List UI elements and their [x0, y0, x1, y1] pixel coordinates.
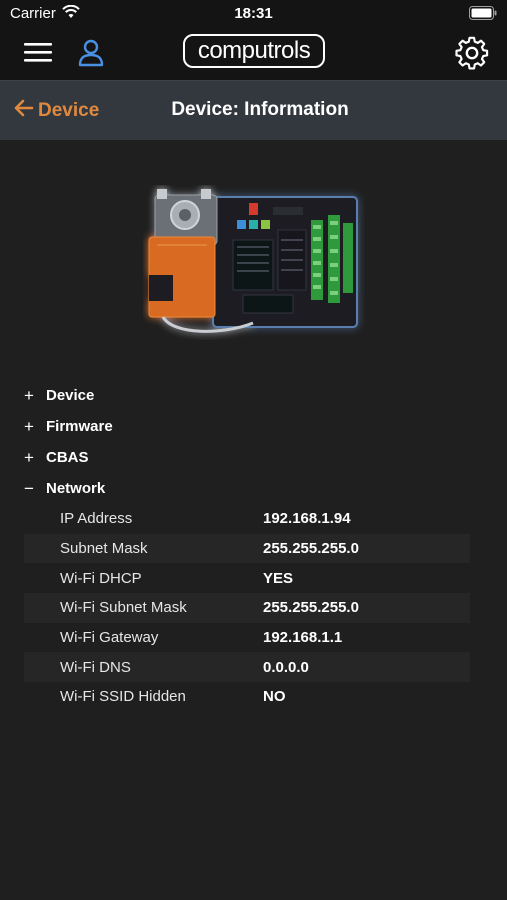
section-label: Network	[46, 480, 106, 497]
collapse-icon: −	[24, 478, 34, 498]
row-value: 192.168.1.1	[263, 629, 343, 647]
row-label: Subnet Mask	[60, 540, 148, 558]
section-label: CBAS	[46, 449, 89, 466]
row-value: YES	[263, 569, 294, 587]
status-bar: Carrier 18:31	[0, 0, 507, 28]
section-network[interactable]: − Network	[24, 473, 474, 504]
table-row: Wi-Fi Subnet Mask 255.255.255.0	[24, 593, 470, 623]
network-details-table: IP Address 192.168.1.94 Subnet Mask 255.…	[24, 504, 470, 712]
table-row: Wi-Fi SSID Hidden NO	[24, 682, 470, 712]
row-label: Wi-Fi Subnet Mask	[60, 599, 187, 617]
section-cbas[interactable]: + CBAS	[24, 442, 474, 473]
page-header: Device Device: Information	[0, 80, 507, 140]
back-button-label: Device	[38, 100, 100, 121]
section-label: Device	[46, 387, 95, 404]
row-value: NO	[263, 688, 286, 706]
row-label: Wi-Fi Gateway	[60, 629, 159, 647]
row-label: Wi-Fi DNS	[60, 658, 131, 676]
table-row: Wi-Fi DNS 0.0.0.0	[24, 652, 470, 683]
device-image	[143, 185, 365, 340]
table-row: Subnet Mask 255.255.255.0	[24, 533, 470, 564]
section-list: + Device + Firmware + CBAS − Network IP …	[24, 380, 474, 712]
row-label: IP Address	[60, 510, 133, 528]
top-nav: computrols	[0, 28, 507, 80]
row-label: Wi-Fi SSID Hidden	[60, 688, 186, 706]
row-value: 255.255.255.0	[263, 540, 359, 558]
section-label: Firmware	[46, 418, 113, 435]
gear-icon[interactable]	[455, 36, 489, 75]
profile-icon[interactable]	[76, 38, 106, 73]
back-arrow-icon	[14, 99, 34, 123]
section-device[interactable]: + Device	[24, 380, 474, 411]
row-value: 192.168.1.94	[263, 510, 351, 528]
row-label: Wi-Fi DHCP	[60, 569, 142, 587]
table-row: IP Address 192.168.1.94	[24, 504, 470, 534]
back-button[interactable]: Device	[14, 98, 99, 124]
status-time: 18:31	[234, 5, 273, 22]
row-value: 255.255.255.0	[263, 599, 359, 617]
section-firmware[interactable]: + Firmware	[24, 411, 474, 442]
expand-icon: +	[24, 385, 34, 405]
battery-icon	[469, 6, 497, 25]
table-row: Wi-Fi Gateway 192.168.1.1	[24, 623, 470, 653]
row-value: 0.0.0.0	[263, 658, 309, 676]
page-title: Device: Information	[171, 99, 349, 120]
table-row: Wi-Fi DHCP YES	[24, 563, 470, 593]
menu-icon[interactable]	[24, 40, 54, 66]
expand-icon: +	[24, 416, 34, 436]
expand-icon: +	[24, 447, 34, 467]
brand-logo: computrols	[183, 34, 325, 68]
